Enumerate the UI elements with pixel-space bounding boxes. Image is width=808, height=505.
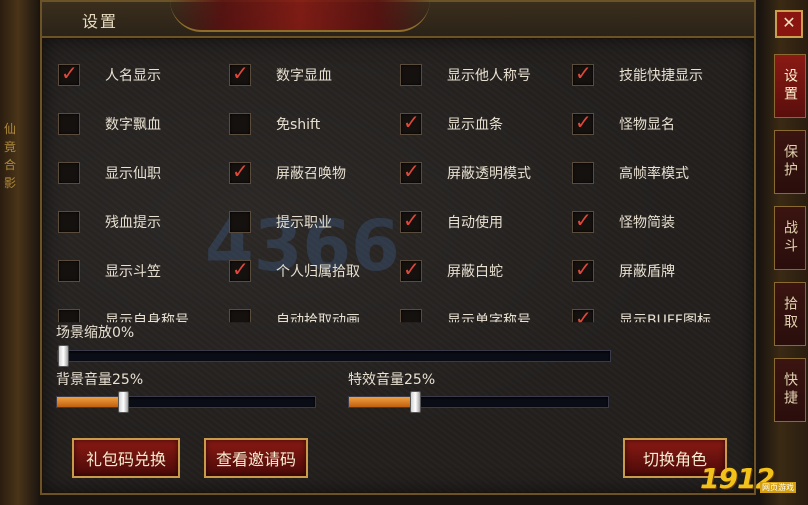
- option-item[interactable]: 显示他人称号: [400, 64, 565, 86]
- option-checkbox[interactable]: [58, 260, 80, 282]
- fx-volume-fill: [349, 397, 414, 407]
- checkmark-icon: ✓: [403, 159, 420, 183]
- close-button[interactable]: ✕: [775, 10, 803, 38]
- site-logo-sub: 网页游戏: [760, 482, 796, 493]
- option-item[interactable]: ✓ 屏蔽盾牌: [572, 257, 737, 282]
- option-checkbox[interactable]: ✓: [400, 257, 422, 282]
- option-label: 个人归属拾取: [276, 264, 360, 280]
- option-label: 显示他人称号: [447, 68, 531, 84]
- option-checkbox[interactable]: [400, 64, 422, 86]
- option-label: 技能快捷显示: [619, 68, 703, 84]
- option-checkbox[interactable]: [229, 113, 251, 135]
- option-item[interactable]: 残血提示: [58, 211, 223, 233]
- checkmark-icon: ✓: [575, 208, 592, 232]
- option-checkbox[interactable]: [572, 162, 594, 184]
- window-title: 设置: [82, 12, 119, 31]
- option-checkbox[interactable]: ✓: [229, 257, 251, 282]
- option-checkbox[interactable]: ✓: [572, 110, 594, 135]
- bg-volume-label: 背景音量25%: [56, 372, 144, 388]
- option-item[interactable]: ✓ 屏蔽白蛇: [400, 257, 565, 282]
- option-item[interactable]: ✓ 自动使用: [400, 208, 565, 233]
- option-item[interactable]: ✓ 怪物简装: [572, 208, 737, 233]
- option-label: 怪物显名: [619, 117, 675, 133]
- option-checkbox[interactable]: ✓: [229, 159, 251, 184]
- scene-zoom-slider[interactable]: [57, 345, 611, 367]
- checkmark-icon: ✓: [403, 110, 420, 134]
- checkmark-icon: ✓: [232, 159, 249, 183]
- option-label: 显示仙职: [105, 166, 161, 182]
- option-item[interactable]: 显示仙职: [58, 162, 223, 184]
- option-item[interactable]: ✓ 屏蔽召唤物: [229, 159, 394, 184]
- option-label: 高帧率模式: [619, 166, 689, 182]
- checkmark-icon: ✓: [403, 257, 420, 281]
- option-label: 屏蔽透明模式: [447, 166, 531, 182]
- option-label: 显示斗笠: [105, 264, 161, 280]
- option-label: 数字显血: [276, 68, 332, 84]
- checkmark-icon: ✓: [232, 61, 249, 85]
- option-item[interactable]: 提示职业: [229, 211, 394, 233]
- fx-volume-handle[interactable]: [410, 391, 421, 413]
- checkmark-icon: ✓: [575, 61, 592, 85]
- fx-volume-slider[interactable]: [348, 391, 609, 413]
- checkmark-icon: ✓: [575, 257, 592, 281]
- option-checkbox[interactable]: ✓: [400, 159, 422, 184]
- tab-shortcut[interactable]: 快捷: [774, 358, 806, 422]
- option-checkbox[interactable]: [58, 162, 80, 184]
- option-label: 免shift: [276, 117, 321, 133]
- checkmark-icon: ✓: [61, 61, 78, 85]
- option-label: 屏蔽召唤物: [276, 166, 346, 182]
- option-checkbox[interactable]: ✓: [572, 61, 594, 86]
- tab-pickup[interactable]: 拾取: [774, 282, 806, 346]
- option-label: 人名显示: [105, 68, 161, 84]
- option-label: 屏蔽白蛇: [447, 264, 503, 280]
- option-label: 显示血条: [447, 117, 503, 133]
- option-item[interactable]: ✓ 技能快捷显示: [572, 61, 737, 86]
- option-checkbox[interactable]: ✓: [58, 61, 80, 86]
- option-label: 提示职业: [276, 215, 332, 231]
- checkmark-icon: ✓: [575, 110, 592, 134]
- option-label: 残血提示: [105, 215, 161, 231]
- option-checkbox[interactable]: [229, 211, 251, 233]
- option-item[interactable]: ✓ 屏蔽透明模式: [400, 159, 565, 184]
- option-item[interactable]: 显示斗笠: [58, 260, 223, 282]
- option-item[interactable]: 数字飘血: [58, 113, 223, 135]
- gift-code-button[interactable]: 礼包码兑换: [72, 438, 180, 478]
- tab-battle[interactable]: 战斗: [774, 206, 806, 270]
- option-label: 自动使用: [447, 215, 503, 231]
- option-checkbox[interactable]: ✓: [400, 110, 422, 135]
- option-item[interactable]: ✓ 显示血条: [400, 110, 565, 135]
- bg-volume-slider[interactable]: [56, 391, 316, 413]
- left-side-decoration: 仙竟合影: [3, 122, 16, 190]
- bg-volume-handle[interactable]: [118, 391, 129, 413]
- option-item[interactable]: 免shift: [229, 113, 394, 135]
- option-item[interactable]: ✓ 怪物显名: [572, 110, 737, 135]
- option-label: 怪物简装: [619, 215, 675, 231]
- option-checkbox[interactable]: ✓: [572, 257, 594, 282]
- tab-settings[interactable]: 设置: [774, 54, 806, 118]
- option-checkbox[interactable]: [58, 113, 80, 135]
- option-checkbox[interactable]: ✓: [572, 208, 594, 233]
- scene-zoom-label: 场景缩放0%: [56, 325, 135, 341]
- option-item[interactable]: ✓ 个人归属拾取: [229, 257, 394, 282]
- option-checkbox[interactable]: [58, 211, 80, 233]
- option-checkbox[interactable]: ✓: [400, 208, 422, 233]
- fx-volume-label: 特效音量25%: [348, 372, 436, 388]
- checkmark-icon: ✓: [232, 257, 249, 281]
- option-item[interactable]: ✓ 数字显血: [229, 61, 394, 86]
- option-checkbox[interactable]: ✓: [229, 61, 251, 86]
- option-item[interactable]: 高帧率模式: [572, 162, 737, 184]
- option-label: 屏蔽盾牌: [619, 264, 675, 280]
- option-label: 数字飘血: [105, 117, 161, 133]
- bg-volume-fill: [57, 397, 122, 407]
- tab-protect[interactable]: 保护: [774, 130, 806, 194]
- scene-zoom-handle[interactable]: [58, 345, 69, 367]
- invite-code-button[interactable]: 查看邀请码: [204, 438, 308, 478]
- option-item[interactable]: ✓ 人名显示: [58, 61, 223, 86]
- checkmark-icon: ✓: [403, 208, 420, 232]
- title-ornament: [170, 0, 430, 32]
